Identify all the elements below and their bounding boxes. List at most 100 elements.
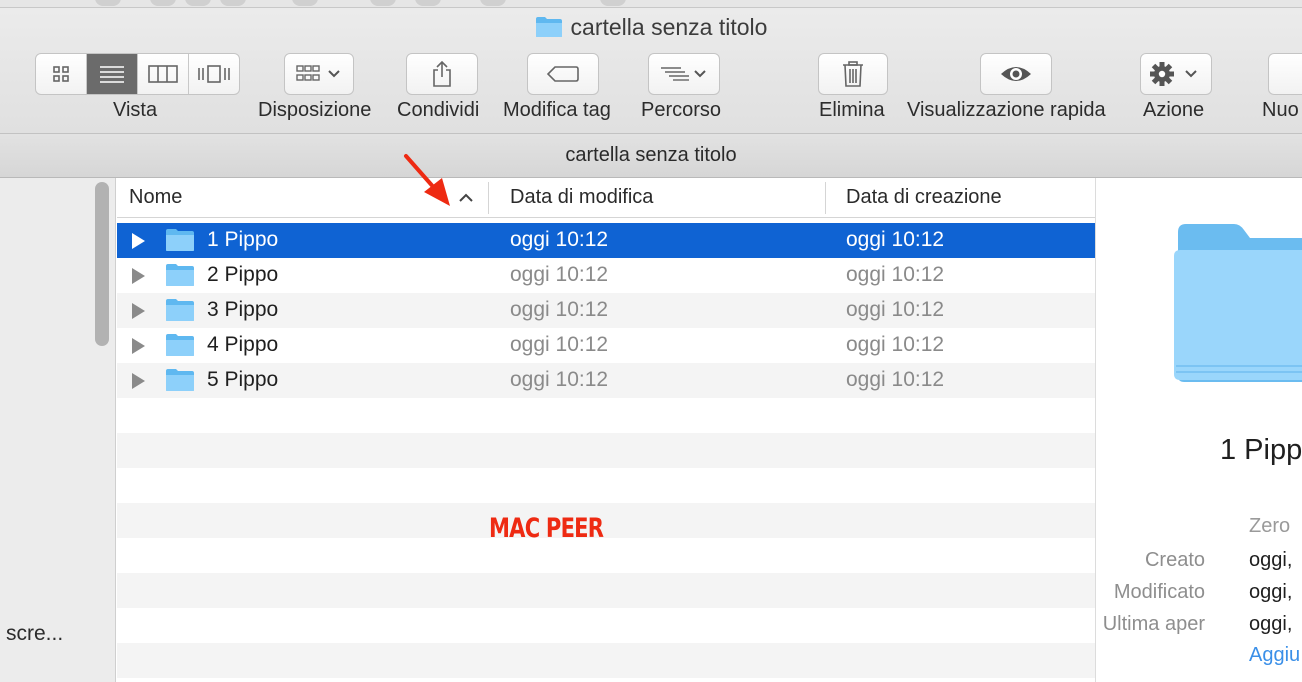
modified-date: oggi 10:12 <box>510 368 609 391</box>
share-icon <box>433 60 451 87</box>
preview-title: 1 Pipp <box>1220 434 1302 466</box>
column-header: Nome Data di modifica Data di creazione <box>117 178 1095 218</box>
list-item[interactable]: 1 Pippo oggi 10:12 oggi 10:12 <box>117 223 1095 258</box>
coverflow-view-icon <box>198 65 230 83</box>
share-button[interactable] <box>406 53 478 95</box>
window-title: cartella senza titolo <box>0 14 1302 41</box>
modified-date: oggi 10:12 <box>510 298 609 321</box>
arrange-button[interactable] <box>284 53 354 95</box>
sidebar: scre... <box>0 178 116 682</box>
file-name: 3 Pippo <box>207 298 279 321</box>
column-name-header[interactable]: Nome <box>129 178 182 218</box>
folder-icon <box>1174 224 1302 382</box>
created-date: oggi 10:12 <box>846 333 945 356</box>
finder-toolbar: cartella senza titolo Vista Disposizione… <box>0 0 1302 178</box>
annotation-arrow-icon <box>404 154 450 206</box>
new-folder-button[interactable] <box>1268 53 1302 95</box>
path-icon <box>661 67 706 81</box>
trash-icon <box>843 61 863 87</box>
folder-icon <box>166 299 194 321</box>
list-view-icon <box>100 66 124 83</box>
eye-icon <box>1001 67 1031 81</box>
tag-icon <box>546 66 579 82</box>
path-button[interactable] <box>648 53 720 95</box>
folder-icon <box>166 264 194 286</box>
view-segmented-control[interactable] <box>35 53 240 95</box>
folder-icon <box>166 334 194 356</box>
modified-date: oggi 10:12 <box>510 333 609 356</box>
list-item[interactable]: 3 Pippo oggi 10:12 oggi 10:12 <box>117 293 1095 328</box>
add-tags-link[interactable]: Aggiu <box>1249 644 1300 667</box>
path-bar: cartella senza titolo <box>0 133 1302 177</box>
column-divider[interactable] <box>488 182 489 214</box>
file-name: 5 Pippo <box>207 368 279 391</box>
created-date: oggi 10:12 <box>846 298 945 321</box>
folder-icon <box>535 17 562 37</box>
disclosure-triangle-icon[interactable] <box>132 338 145 354</box>
sidebar-item-screenshots[interactable]: scre... <box>6 622 63 646</box>
created-date: oggi 10:12 <box>846 368 945 391</box>
watermark: MAC PEER <box>489 513 604 544</box>
file-name: 4 Pippo <box>207 333 279 356</box>
sort-ascending-icon[interactable] <box>457 189 475 207</box>
preview-pane: 1 Pipp Zero Creato oggi, Modificato oggi… <box>1095 178 1302 682</box>
empty-row <box>117 433 1095 468</box>
new-folder-label: Nuo <box>1262 99 1299 121</box>
list-item[interactable]: 5 Pippo oggi 10:12 oggi 10:12 <box>117 363 1095 398</box>
view-label: Vista <box>113 99 158 121</box>
delete-button[interactable] <box>818 53 888 95</box>
list-item[interactable]: 2 Pippo oggi 10:12 oggi 10:12 <box>117 258 1095 293</box>
last-opened-label: Ultima aper <box>1102 613 1205 635</box>
disclosure-triangle-icon[interactable] <box>132 303 145 319</box>
created-value: oggi, <box>1249 549 1293 571</box>
column-view-icon <box>148 65 178 83</box>
window-top-edge <box>0 0 1302 8</box>
column-divider[interactable] <box>825 182 826 214</box>
created-date: oggi 10:12 <box>846 263 945 286</box>
coverflow-view-button[interactable] <box>189 54 239 94</box>
file-name: 1 Pippo <box>207 228 279 251</box>
empty-row <box>117 538 1095 573</box>
empty-row <box>117 468 1095 503</box>
window-title-text: cartella senza titolo <box>570 14 768 40</box>
empty-row <box>117 398 1095 433</box>
last-opened-value: oggi, <box>1249 613 1293 635</box>
action-label: Azione <box>1143 99 1205 121</box>
column-view-button[interactable] <box>138 54 189 94</box>
delete-label: Elimina <box>819 99 885 121</box>
path-label: Percorso <box>641 99 722 121</box>
quicklook-label: Visualizzazione rapida <box>907 99 1106 121</box>
created-date: oggi 10:12 <box>846 228 945 251</box>
empty-row <box>117 608 1095 643</box>
folder-icon <box>166 229 194 251</box>
folder-icon <box>166 369 194 391</box>
sidebar-scrollbar[interactable] <box>95 182 109 346</box>
action-button[interactable] <box>1140 53 1212 95</box>
edit-tags-label: Modifica tag <box>503 99 611 121</box>
created-label: Creato <box>1144 549 1205 571</box>
arrange-label: Disposizione <box>258 99 372 121</box>
empty-row <box>117 573 1095 608</box>
empty-row <box>117 643 1095 678</box>
share-label: Condividi <box>397 99 480 121</box>
file-list: Nome Data di modifica Data di creazione … <box>117 178 1095 682</box>
modified-date: oggi 10:12 <box>510 228 609 251</box>
file-name: 2 Pippo <box>207 263 279 286</box>
disclosure-triangle-icon[interactable] <box>132 233 145 249</box>
list-view-button[interactable] <box>87 54 138 94</box>
modified-date: oggi 10:12 <box>510 263 609 286</box>
arrange-icon <box>296 65 340 81</box>
disclosure-triangle-icon[interactable] <box>132 373 145 389</box>
empty-row <box>117 503 1095 538</box>
disclosure-triangle-icon[interactable] <box>132 268 145 284</box>
modified-label: Modificato <box>1113 581 1205 603</box>
icon-view-icon <box>53 66 69 82</box>
edit-tags-button[interactable] <box>527 53 599 95</box>
list-item[interactable]: 4 Pippo oggi 10:12 oggi 10:12 <box>117 328 1095 363</box>
quicklook-button[interactable] <box>980 53 1052 95</box>
gear-icon <box>1150 62 1197 86</box>
column-created-header[interactable]: Data di creazione <box>846 178 1002 218</box>
icon-view-button[interactable] <box>36 54 87 94</box>
column-modified-header[interactable]: Data di modifica <box>510 178 653 218</box>
modified-value: oggi, <box>1249 581 1293 603</box>
